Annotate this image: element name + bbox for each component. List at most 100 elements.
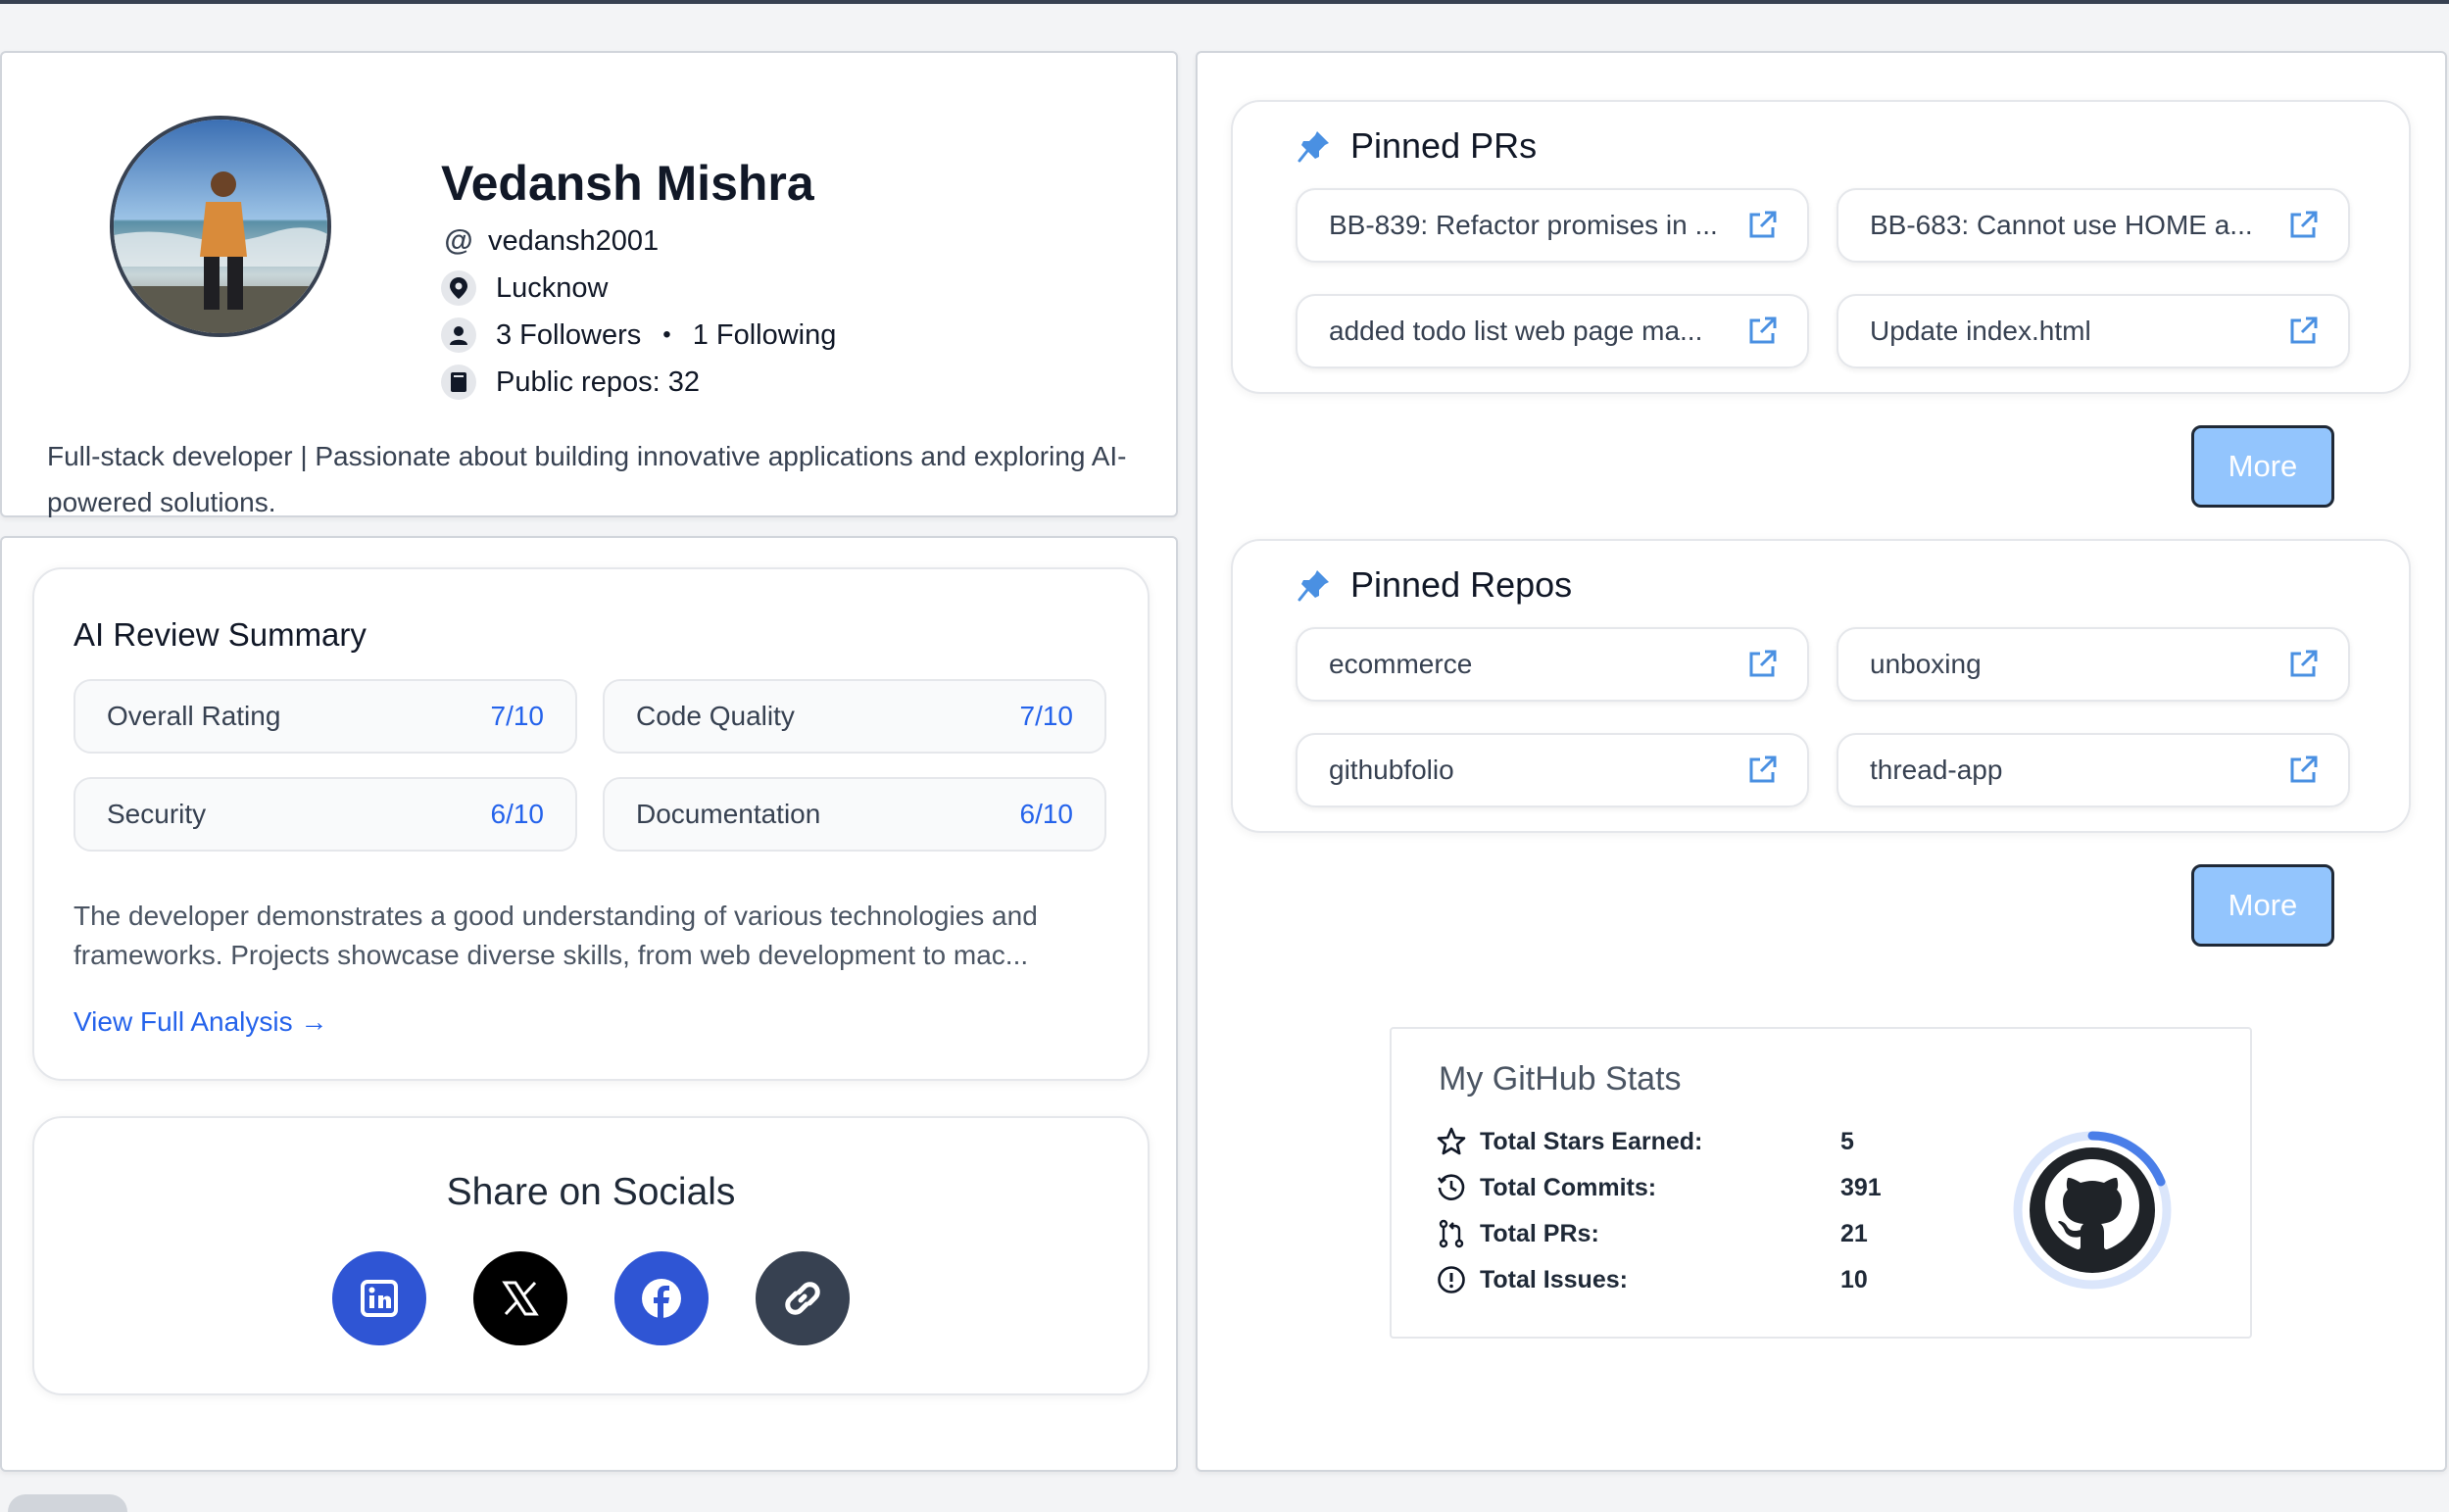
metric-documentation: Documentation 6/10 <box>603 777 1106 852</box>
external-link-icon[interactable] <box>1746 649 1778 680</box>
more-prs-button[interactable]: More <box>2191 425 2334 508</box>
followers-row: 3 Followers • 1 Following <box>441 317 836 353</box>
repos-row: Public repos: 32 <box>441 365 700 400</box>
github-logo-icon <box>2013 1131 2172 1290</box>
pr-title: added todo list web page ma... <box>1329 316 1703 346</box>
external-link-icon[interactable] <box>2287 316 2319 347</box>
stat-label: Total Stars Earned: <box>1480 1127 1703 1155</box>
stat-row-stars: Total Stars Earned: 5 <box>1437 1127 1854 1156</box>
metric-label: Code Quality <box>636 701 795 731</box>
pin-icon <box>1298 570 1329 602</box>
issue-icon <box>1438 1266 1465 1293</box>
location-pin-icon <box>441 270 476 306</box>
book-icon <box>441 365 476 400</box>
stat-value: 21 <box>1840 1219 1868 1247</box>
profile-bio: Full-stack developer | Passionate about … <box>47 441 1127 517</box>
followers-count[interactable]: 3 Followers <box>496 319 641 352</box>
view-full-analysis-link[interactable]: View Full Analysis → <box>73 1006 327 1038</box>
metric-label: Security <box>107 799 207 829</box>
metric-value: 6/10 <box>1019 799 1074 829</box>
external-link-icon[interactable] <box>1746 755 1778 786</box>
stat-row-prs: Total PRs: 21 <box>1437 1219 1868 1248</box>
avatar <box>110 116 331 337</box>
pin-icon <box>1298 131 1329 163</box>
pinned-pr-item[interactable]: BB-683: Cannot use HOME a... <box>1837 188 2350 263</box>
pinned-repo-item[interactable]: thread-app <box>1837 733 2350 807</box>
location-row: Lucknow <box>441 270 608 306</box>
share-title: Share on Socials <box>446 1171 736 1213</box>
right-column-panel: Pinned PRs BB-839: Refactor promises in … <box>1196 51 2447 1472</box>
external-link-icon[interactable] <box>2287 210 2319 241</box>
stats-title: My GitHub Stats <box>1439 1060 1682 1097</box>
stat-label: Total Commits: <box>1480 1173 1657 1201</box>
following-count[interactable]: 1 Following <box>693 319 837 352</box>
star-icon <box>1437 1127 1466 1155</box>
ai-summary-text: The developer demonstrates a good unders… <box>73 901 1038 970</box>
repo-name: githubfolio <box>1329 755 1454 785</box>
pinned-repo-item[interactable]: unboxing <box>1837 627 2350 702</box>
metric-code-quality: Code Quality 7/10 <box>603 679 1106 754</box>
stat-value: 10 <box>1840 1265 1868 1293</box>
stat-value: 5 <box>1840 1127 1854 1155</box>
profile-name: Vedansh Mishra <box>441 156 814 211</box>
pinned-prs-card: Pinned PRs BB-839: Refactor promises in … <box>1231 100 2411 394</box>
more-repos-button[interactable]: More <box>2191 864 2334 947</box>
separator-dot: • <box>662 321 671 348</box>
pr-title: Update index.html <box>1870 316 2091 346</box>
share-card: Share on Socials <box>32 1116 1150 1395</box>
pull-request-icon <box>1439 1219 1464 1248</box>
github-stats-card: My GitHub Stats Total Stars Earned: 5 To… <box>1390 1027 2252 1339</box>
bottom-scroll-tab <box>8 1494 127 1512</box>
metric-value: 7/10 <box>1019 701 1074 731</box>
public-repos: Public repos: 32 <box>496 366 700 398</box>
pinned-pr-item[interactable]: Update index.html <box>1837 294 2350 368</box>
metric-value: 6/10 <box>490 799 545 829</box>
history-icon <box>1437 1174 1465 1200</box>
facebook-icon <box>642 1279 681 1318</box>
stat-label: Total PRs: <box>1480 1219 1599 1247</box>
repo-name: ecommerce <box>1329 649 1473 679</box>
pinned-prs-header: Pinned PRs <box>1298 125 1537 167</box>
external-link-icon[interactable] <box>1746 210 1778 241</box>
user-icon <box>441 317 476 353</box>
copy-link-share-button[interactable] <box>756 1251 850 1345</box>
linkedin-icon <box>361 1280 398 1317</box>
repo-name: unboxing <box>1870 649 1982 679</box>
pr-title: BB-683: Cannot use HOME a... <box>1870 210 2253 240</box>
pinned-repo-item[interactable]: ecommerce <box>1296 627 1809 702</box>
external-link-icon[interactable] <box>1746 316 1778 347</box>
stat-row-commits: Total Commits: 391 <box>1437 1173 1882 1202</box>
pinned-prs-title: Pinned PRs <box>1350 125 1538 166</box>
x-icon <box>502 1281 539 1316</box>
at-icon: @ <box>444 224 473 257</box>
ai-review-card: AI Review Summary Overall Rating 7/10 Co… <box>32 567 1150 1081</box>
pinned-repos-card: Pinned Repos ecommerce unboxing githubfo… <box>1231 539 2411 833</box>
external-link-icon[interactable] <box>2287 649 2319 680</box>
stat-label: Total Issues: <box>1480 1265 1628 1293</box>
external-link-icon[interactable] <box>2287 755 2319 786</box>
pinned-repos-header: Pinned Repos <box>1298 564 1572 606</box>
stat-row-issues: Total Issues: 10 <box>1437 1265 1868 1294</box>
linkedin-share-button[interactable] <box>332 1251 426 1345</box>
ai-review-title: AI Review Summary <box>73 616 367 653</box>
pinned-repos-title: Pinned Repos <box>1350 564 1573 605</box>
metric-security: Security 6/10 <box>73 777 577 852</box>
metric-overall-rating: Overall Rating 7/10 <box>73 679 577 754</box>
metric-label: Documentation <box>636 799 821 829</box>
metric-label: Overall Rating <box>107 701 281 731</box>
x-share-button[interactable] <box>473 1251 567 1345</box>
metric-value: 7/10 <box>490 701 545 731</box>
location: Lucknow <box>496 271 609 304</box>
facebook-share-button[interactable] <box>614 1251 709 1345</box>
window-top-border <box>0 0 2449 4</box>
username-row: @ vedansh2001 <box>441 223 659 259</box>
pinned-pr-item[interactable]: added todo list web page ma... <box>1296 294 1809 368</box>
left-column-panel: AI Review Summary Overall Rating 7/10 Co… <box>0 536 1178 1472</box>
pinned-repo-item[interactable]: githubfolio <box>1296 733 1809 807</box>
profile-card: Vedansh Mishra @ vedansh2001 Lucknow 3 F… <box>0 51 1178 517</box>
repo-name: thread-app <box>1870 755 2003 785</box>
username: vedansh2001 <box>488 224 660 257</box>
stat-value: 391 <box>1840 1173 1882 1201</box>
pinned-pr-item[interactable]: BB-839: Refactor promises in ... <box>1296 188 1809 263</box>
pr-title: BB-839: Refactor promises in ... <box>1329 210 1718 240</box>
